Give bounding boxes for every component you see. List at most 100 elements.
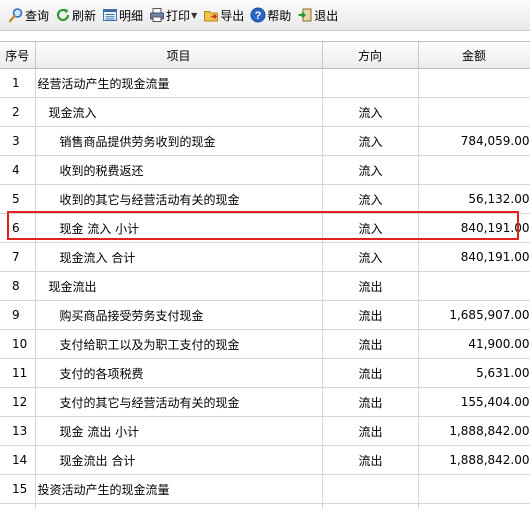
export-label: 导出 bbox=[220, 7, 244, 24]
row-direction: 流出 bbox=[322, 388, 418, 417]
row-item: 现金流入 bbox=[35, 504, 322, 509]
row-direction bbox=[322, 475, 418, 504]
table-row[interactable]: 4收到的税费返还流入 bbox=[0, 156, 530, 185]
refresh-button[interactable]: 刷新 bbox=[55, 7, 96, 24]
row-direction: 流出 bbox=[322, 446, 418, 475]
row-direction: 流入 bbox=[322, 127, 418, 156]
table-row[interactable]: 1经营活动产生的现金流量 bbox=[0, 69, 530, 98]
row-item: 支付给职工以及为职工支付的现金 bbox=[35, 330, 322, 359]
row-item: 收到的税费返还 bbox=[35, 156, 322, 185]
table-row[interactable]: 7现金流入 合计流入840,191.00 bbox=[0, 243, 530, 272]
column-header-direction[interactable]: 方向 bbox=[322, 42, 418, 69]
row-amount bbox=[418, 504, 530, 509]
refresh-label: 刷新 bbox=[72, 7, 96, 24]
row-amount: 56,132.00 bbox=[418, 185, 530, 214]
table-row[interactable]: 10支付给职工以及为职工支付的现金流出41,900.00 bbox=[0, 330, 530, 359]
row-item: 投资活动产生的现金流量 bbox=[35, 475, 322, 504]
row-amount: 155,404.00 bbox=[418, 388, 530, 417]
row-number: 3 bbox=[0, 127, 35, 156]
row-number: 9 bbox=[0, 301, 35, 330]
search-icon bbox=[8, 7, 24, 23]
row-number: 15 bbox=[0, 475, 35, 504]
row-amount: 41,900.00 bbox=[418, 330, 530, 359]
row-direction: 流出 bbox=[322, 417, 418, 446]
table-row[interactable]: 16现金流入流入 bbox=[0, 504, 530, 509]
detail-icon bbox=[102, 7, 118, 23]
chevron-down-icon[interactable]: ▼ bbox=[191, 11, 197, 20]
row-item: 经营活动产生的现金流量 bbox=[35, 69, 322, 98]
table-row[interactable]: 5收到的其它与经营活动有关的现金流入56,132.00 bbox=[0, 185, 530, 214]
row-amount: 5,631.00 bbox=[418, 359, 530, 388]
table-row[interactable]: 11支付的各项税费流出5,631.00 bbox=[0, 359, 530, 388]
row-number: 10 bbox=[0, 330, 35, 359]
row-item: 现金流入 bbox=[35, 98, 322, 127]
row-direction: 流出 bbox=[322, 272, 418, 301]
row-amount bbox=[418, 156, 530, 185]
row-item: 支付的各项税费 bbox=[35, 359, 322, 388]
row-amount: 784,059.00 bbox=[418, 127, 530, 156]
row-direction: 流入 bbox=[322, 214, 418, 243]
row-item: 收到的其它与经营活动有关的现金 bbox=[35, 185, 322, 214]
row-number: 11 bbox=[0, 359, 35, 388]
help-button[interactable]: ? 帮助 bbox=[250, 7, 291, 24]
row-number: 4 bbox=[0, 156, 35, 185]
table-row[interactable]: 15投资活动产生的现金流量 bbox=[0, 475, 530, 504]
refresh-icon bbox=[55, 7, 71, 23]
svg-text:?: ? bbox=[255, 10, 262, 22]
row-item: 现金流入 合计 bbox=[35, 243, 322, 272]
exit-icon bbox=[297, 7, 313, 23]
row-amount: 840,191.00 bbox=[418, 214, 530, 243]
row-amount: 1,888,842.00 bbox=[418, 417, 530, 446]
detail-label: 明细 bbox=[119, 7, 143, 24]
row-direction: 流出 bbox=[322, 330, 418, 359]
row-amount bbox=[418, 272, 530, 301]
exit-button[interactable]: 退出 bbox=[297, 7, 338, 24]
row-direction: 流出 bbox=[322, 301, 418, 330]
row-item: 现金 流出 小计 bbox=[35, 417, 322, 446]
row-number: 14 bbox=[0, 446, 35, 475]
table-row[interactable]: 8现金流出流出 bbox=[0, 272, 530, 301]
row-direction: 流入 bbox=[322, 243, 418, 272]
exit-label: 退出 bbox=[314, 7, 338, 24]
row-number: 1 bbox=[0, 69, 35, 98]
column-header-item[interactable]: 项目 bbox=[35, 42, 322, 69]
detail-button[interactable]: 明细 bbox=[102, 7, 143, 24]
print-button[interactable]: 打印 ▼ bbox=[149, 7, 197, 24]
row-amount: 1,685,907.00 bbox=[418, 301, 530, 330]
column-header-no[interactable]: 序号 bbox=[0, 42, 35, 69]
row-direction: 流出 bbox=[322, 359, 418, 388]
row-item: 现金 流入 小计 bbox=[35, 214, 322, 243]
print-label: 打印 bbox=[166, 7, 190, 24]
row-amount: 840,191.00 bbox=[418, 243, 530, 272]
table-row[interactable]: 3销售商品提供劳务收到的现金流入784,059.00 bbox=[0, 127, 530, 156]
row-item: 销售商品提供劳务收到的现金 bbox=[35, 127, 322, 156]
row-direction: 流入 bbox=[322, 504, 418, 509]
row-amount bbox=[418, 475, 530, 504]
cash-flow-table: 序号 项目 方向 金额 1经营活动产生的现金流量2现金流入流入3销售商品提供劳务… bbox=[0, 41, 530, 509]
row-item: 支付的其它与经营活动有关的现金 bbox=[35, 388, 322, 417]
table-row[interactable]: 2现金流入流入 bbox=[0, 98, 530, 127]
column-header-amount[interactable]: 金额 bbox=[418, 42, 530, 69]
table-row[interactable]: 14现金流出 合计流出1,888,842.00 bbox=[0, 446, 530, 475]
table-row[interactable]: 12支付的其它与经营活动有关的现金流出155,404.00 bbox=[0, 388, 530, 417]
row-item: 购买商品接受劳务支付现金 bbox=[35, 301, 322, 330]
export-button[interactable]: 导出 bbox=[203, 7, 244, 24]
export-icon bbox=[203, 7, 219, 23]
row-item: 现金流出 合计 bbox=[35, 446, 322, 475]
help-icon: ? bbox=[250, 7, 266, 23]
table-row[interactable]: 6现金 流入 小计流入840,191.00 bbox=[0, 214, 530, 243]
row-direction: 流入 bbox=[322, 185, 418, 214]
row-direction: 流入 bbox=[322, 98, 418, 127]
query-button[interactable]: 查询 bbox=[8, 7, 49, 24]
table-row[interactable]: 9购买商品接受劳务支付现金流出1,685,907.00 bbox=[0, 301, 530, 330]
row-amount: 1,888,842.00 bbox=[418, 446, 530, 475]
row-number: 2 bbox=[0, 98, 35, 127]
row-number: 12 bbox=[0, 388, 35, 417]
row-number: 16 bbox=[0, 504, 35, 509]
row-amount bbox=[418, 98, 530, 127]
row-amount bbox=[418, 69, 530, 98]
row-number: 7 bbox=[0, 243, 35, 272]
row-direction bbox=[322, 69, 418, 98]
table-row[interactable]: 13现金 流出 小计流出1,888,842.00 bbox=[0, 417, 530, 446]
row-number: 5 bbox=[0, 185, 35, 214]
